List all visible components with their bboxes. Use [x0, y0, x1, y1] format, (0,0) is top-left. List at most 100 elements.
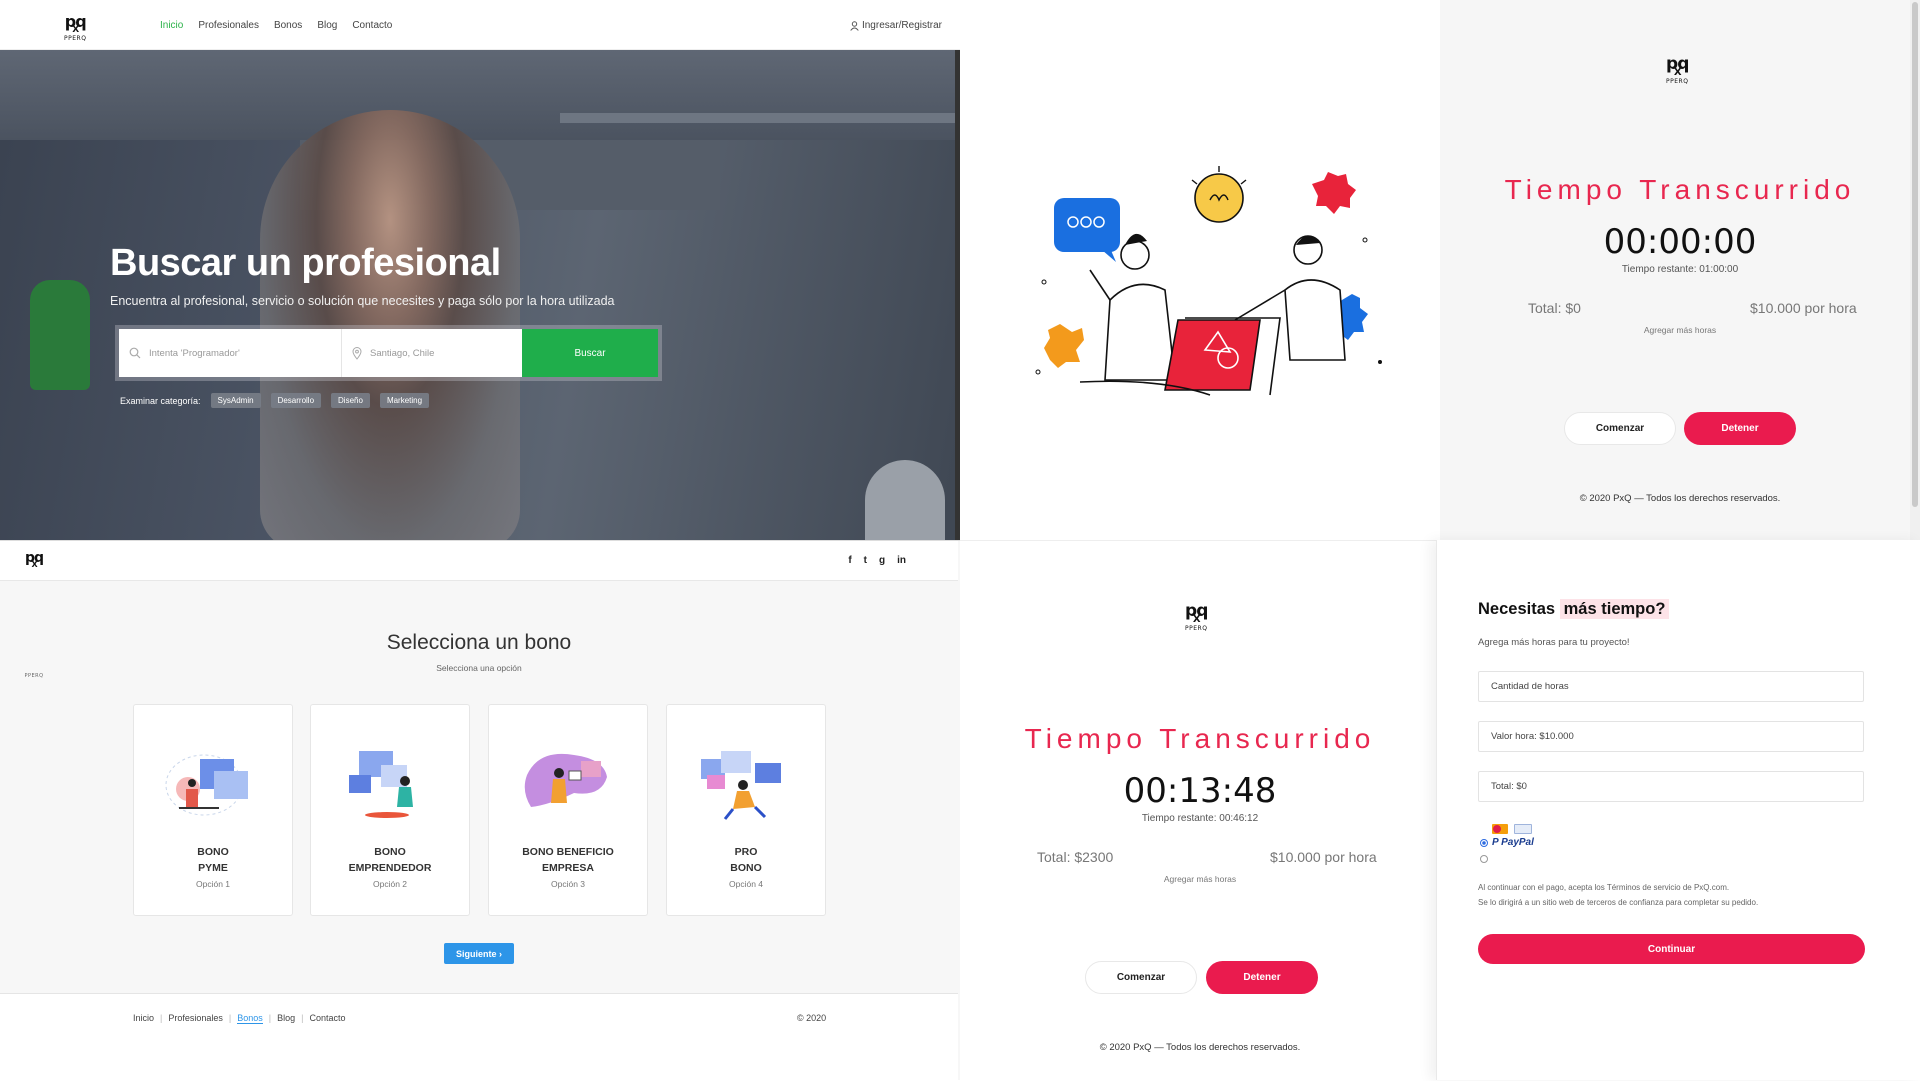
hours-input[interactable]: Cantidad de horas — [1478, 671, 1864, 702]
nav-blog[interactable]: Blog — [317, 20, 337, 31]
nav-contacto[interactable]: Contacto — [352, 20, 392, 31]
category-chip-marketing[interactable]: Marketing — [379, 393, 430, 408]
category-chip-desarrollo[interactable]: Desarrollo — [270, 393, 322, 408]
bono-option: Opción 3 — [550, 879, 586, 889]
bonos-header: pq X PPERQ f t g in — [0, 541, 958, 679]
payment-lead: Agrega más horas para tu proyecto! — [1478, 637, 1630, 648]
logo[interactable]: pq X PPERQ — [1185, 603, 1208, 632]
bono-option: Opción 1 — [195, 879, 231, 889]
nav-inicio[interactable]: Inicio — [160, 20, 183, 31]
twitter-icon[interactable]: t — [864, 555, 867, 566]
pyme-illustration — [165, 754, 248, 816]
title-part-b: más tiempo? — [1559, 599, 1670, 619]
search-button[interactable]: Buscar — [522, 329, 658, 377]
continue-button[interactable]: Continuar — [1478, 934, 1865, 964]
bonos-panel: pq X PPERQ f t g in Selecciona un bono S… — [0, 540, 960, 1081]
landing-panel: pq X PPERQ Inicio Profesionales Bonos Bl… — [0, 0, 960, 540]
logo[interactable]: pq X PPERQ — [64, 14, 87, 42]
mastercard-icon — [1492, 824, 1508, 834]
start-button[interactable]: Comenzar — [1085, 961, 1197, 994]
search-input[interactable]: Intenta 'Programador' — [119, 329, 342, 377]
add-hours-link[interactable]: Agregar más horas — [1440, 325, 1920, 335]
hero-photo-cabinet — [0, 50, 960, 140]
payment-terms: Al continuar con el pago, acepta los Tér… — [1478, 880, 1758, 910]
login-link[interactable]: Ingresar/Registrar — [850, 20, 942, 31]
stop-button[interactable]: Detener — [1684, 412, 1796, 445]
terms-line-2: Se lo dirigirá a un sitio web de tercero… — [1478, 898, 1759, 907]
logo[interactable]: pq X PPERQ — [24, 551, 44, 679]
logo[interactable]: pq X PPERQ — [1666, 56, 1689, 85]
location-placeholder: Santiago, Chile — [370, 347, 435, 359]
footer-link-inicio[interactable]: Inicio — [133, 1013, 154, 1024]
logo-x: X — [31, 560, 37, 569]
logo-x: X — [1192, 614, 1201, 625]
next-button[interactable]: Siguiente › — [444, 943, 514, 964]
remaining-time: Tiempo restante: 01:00:00 — [1621, 264, 1739, 275]
stop-button[interactable]: Detener — [1206, 961, 1318, 994]
elapsed-time: 00:00:00 — [1603, 222, 1757, 262]
bono-card-name: BONO PYME — [134, 844, 292, 876]
paypal-label: PayPal — [1501, 837, 1534, 848]
paypal-option[interactable]: P PayPal — [1480, 837, 1534, 848]
category-chip-sysadmin[interactable]: SysAdmin — [210, 393, 261, 408]
elapsed-time: 00:13:48 — [1123, 771, 1277, 811]
logo-x: X — [72, 25, 79, 35]
start-button[interactable]: Comenzar — [1564, 412, 1676, 445]
bono-line2: EMPRENDEDOR — [348, 862, 432, 874]
hour-value-field: Valor hora: $10.000 — [1478, 721, 1864, 752]
footer-links: Inicio | Profesionales | Bonos | Blog | Cont… — [133, 1013, 346, 1024]
location-input[interactable]: Santiago, Chile — [342, 329, 522, 377]
location-pin-icon — [352, 346, 362, 360]
bono-card-pro[interactable]: PRO BONO Opción 4 — [666, 704, 826, 916]
total-value: Total: $0 — [1491, 781, 1527, 792]
radio-paypal[interactable] — [1480, 855, 1488, 863]
illustration-panel — [960, 0, 1440, 540]
nav-profesionales[interactable]: Profesionales — [198, 20, 259, 31]
timer-title: Tiempo Transcurrido — [1024, 723, 1376, 754]
bono-line1: BONO — [374, 846, 406, 858]
bono-card-name: BONO BENEFICIO EMPRESA — [489, 844, 647, 876]
total-amount: Total: $2300 — [1037, 849, 1114, 865]
bono-card-pyme[interactable]: BONO PYME Opción 1 — [133, 704, 293, 916]
footer-copyright: © 2020 — [797, 1013, 827, 1023]
radio-card[interactable] — [1480, 838, 1488, 847]
title-part-a: Necesitas — [1478, 600, 1560, 618]
timer-panel-bottom: pq X PPERQ Tiempo Transcurrido 00:13:48 … — [960, 540, 1440, 1080]
hero-lead: Encuentra al profesional, servicio o sol… — [110, 294, 615, 308]
footer-link-blog[interactable]: Blog — [277, 1013, 295, 1024]
nav-bonos[interactable]: Bonos — [274, 20, 302, 31]
category-chip-diseno[interactable]: Diseño — [331, 393, 370, 408]
payment-title: Necesitas más tiempo? — [1478, 599, 1670, 619]
payment-methods: P PayPal — [1480, 824, 1534, 868]
hero-photo-towel — [30, 280, 90, 390]
footer-link-bonos[interactable]: Bonos — [237, 1013, 263, 1024]
bono-card-emprendedor[interactable]: BONO EMPRENDEDOR Opción 2 — [310, 704, 470, 916]
bono-line1: BONO — [197, 846, 229, 858]
terms-line-1: Al continuar con el pago, acepta los Tér… — [1478, 883, 1730, 892]
card-logos — [1492, 824, 1534, 834]
beneficio-illustration — [524, 753, 607, 807]
bono-line1: PRO — [734, 846, 758, 858]
logo-sub: PPERQ — [1185, 625, 1208, 632]
radio-paypal-row — [1480, 850, 1534, 868]
pro-illustration — [701, 751, 781, 820]
hero-photo-shelf — [560, 113, 960, 123]
bono-card-beneficio-empresa[interactable]: BONO BENEFICIO EMPRESA Opción 3 — [488, 704, 648, 916]
timer-title: Tiempo Transcurrido — [1504, 174, 1856, 205]
nav-links: Inicio Profesionales Bonos Blog Contacto — [160, 20, 392, 31]
scrollbar[interactable] — [1910, 0, 1920, 540]
add-hours-link[interactable]: Agregar más horas — [960, 874, 1440, 884]
bono-line1: BONO BENEFICIO — [522, 846, 614, 858]
login-label: Ingresar/Registrar — [861, 20, 942, 31]
scrollbar-thumb[interactable] — [1912, 2, 1918, 507]
bono-option: Opción 2 — [372, 879, 408, 889]
linkedin-icon[interactable]: in — [897, 555, 906, 566]
visa-icon — [1514, 824, 1532, 834]
bono-option: Opción 4 — [728, 879, 764, 889]
google-icon[interactable]: g — [879, 555, 885, 566]
footer-link-profesionales[interactable]: Profesionales — [168, 1013, 223, 1024]
facebook-icon[interactable]: f — [848, 555, 851, 566]
footer-link-contacto[interactable]: Contacto — [309, 1013, 345, 1024]
bono-line2: EMPRESA — [542, 862, 594, 874]
hero-title: Buscar un profesional — [110, 242, 501, 284]
